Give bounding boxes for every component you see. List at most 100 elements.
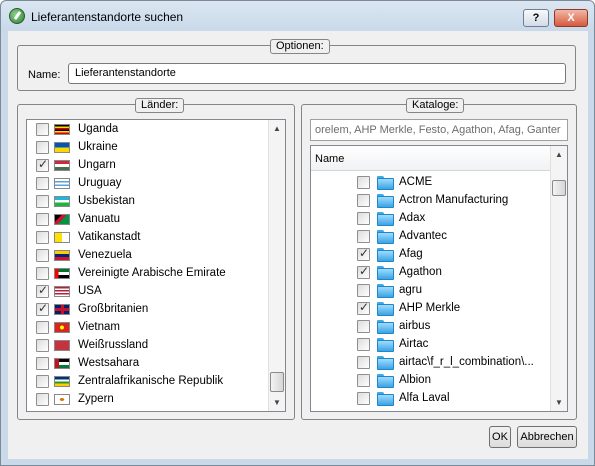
catalog-label: Adax xyxy=(399,212,426,224)
catalog-item[interactable]: agru xyxy=(311,281,551,299)
country-item[interactable]: Weißrussland xyxy=(27,336,267,354)
catalog-item[interactable]: Actron Manufacturing xyxy=(311,191,551,209)
catalog-checkbox[interactable] xyxy=(357,320,370,333)
catalog-checkbox[interactable] xyxy=(357,230,370,243)
dialog-window: Lieferantenstandorte suchen ? X Optionen… xyxy=(0,0,595,466)
catalogs-list[interactable]: Name ACME Actron Manufacturing Adax Advante… xyxy=(310,145,568,412)
country-item[interactable]: USA xyxy=(27,282,267,300)
country-item[interactable]: Ukraine xyxy=(27,138,267,156)
country-item[interactable]: Usbekistan xyxy=(27,192,267,210)
help-button[interactable]: ? xyxy=(523,9,549,27)
country-checkbox[interactable] xyxy=(36,157,49,172)
country-checkbox[interactable] xyxy=(36,357,49,370)
country-item[interactable]: Venezuela xyxy=(27,246,267,264)
country-checkbox[interactable] xyxy=(36,339,49,352)
catalog-checkbox[interactable] xyxy=(357,356,370,369)
country-item[interactable]: Westsahara xyxy=(27,354,267,372)
flag-icon xyxy=(54,250,70,261)
country-label: Ukraine xyxy=(78,141,118,153)
catalog-filter-field[interactable]: orelem, AHP Merkle, Festo, Agathon, Afag… xyxy=(310,119,568,141)
country-item[interactable]: Uruguay xyxy=(27,174,267,192)
country-checkbox[interactable] xyxy=(36,301,49,316)
country-item[interactable]: Vanuatu xyxy=(27,210,267,228)
catalog-item[interactable]: airtac\f_r_l_combination\... xyxy=(311,353,551,371)
folder-icon xyxy=(377,302,394,316)
folder-icon xyxy=(377,176,394,190)
catalog-checkbox[interactable] xyxy=(357,264,370,279)
catalog-checkbox[interactable] xyxy=(357,212,370,225)
catalog-checkbox[interactable] xyxy=(357,284,370,297)
catalog-label: ACME xyxy=(399,176,433,188)
app-icon xyxy=(9,8,25,24)
catalog-item[interactable]: Alfa Laval xyxy=(311,389,551,407)
country-checkbox[interactable] xyxy=(36,213,49,226)
catalog-checkbox[interactable] xyxy=(357,194,370,207)
catalog-item[interactable]: airbus xyxy=(311,317,551,335)
catalog-label: Airtac xyxy=(399,338,429,350)
column-header-label: Name xyxy=(315,153,345,165)
flag-icon xyxy=(54,196,70,207)
country-item[interactable]: Vereinigte Arabische Emirate xyxy=(27,264,267,282)
column-header-name[interactable]: Name xyxy=(311,146,552,171)
countries-list[interactable]: Uganda Ukraine Ungarn Uruguay Usbekistan Vanu… xyxy=(26,119,286,412)
catalog-item[interactable]: Afag xyxy=(311,245,551,263)
flag-icon xyxy=(54,178,70,189)
close-button[interactable]: X xyxy=(554,9,588,27)
catalog-item[interactable]: Airtac xyxy=(311,335,551,353)
catalogs-legend: Kataloge: xyxy=(406,98,465,113)
country-checkbox[interactable] xyxy=(36,141,49,154)
catalog-checkbox[interactable] xyxy=(357,300,370,315)
cancel-button[interactable]: Abbrechen xyxy=(517,426,577,448)
country-checkbox[interactable] xyxy=(36,393,49,406)
folder-icon xyxy=(377,374,394,388)
scroll-down-arrow-icon[interactable]: ▼ xyxy=(551,394,567,411)
country-item[interactable]: Großbritanien xyxy=(27,300,267,318)
country-item[interactable]: Zypern xyxy=(27,390,267,408)
scroll-up-arrow-icon[interactable]: ▲ xyxy=(551,146,567,163)
folder-icon xyxy=(377,230,394,244)
catalog-item[interactable]: Agathon xyxy=(311,263,551,281)
country-checkbox[interactable] xyxy=(36,231,49,244)
name-input[interactable]: Lieferantenstandorte xyxy=(68,63,566,84)
scroll-down-arrow-icon[interactable]: ▼ xyxy=(269,394,285,411)
country-checkbox[interactable] xyxy=(36,283,49,298)
flag-icon xyxy=(54,304,70,315)
options-legend: Optionen: xyxy=(270,39,330,54)
countries-scrollbar[interactable]: ▲ ▼ xyxy=(268,120,285,411)
scroll-up-arrow-icon[interactable]: ▲ xyxy=(269,120,285,137)
country-label: Vereinigte Arabische Emirate xyxy=(78,267,226,279)
catalog-checkbox[interactable] xyxy=(357,338,370,351)
scroll-thumb[interactable] xyxy=(270,372,284,392)
country-checkbox[interactable] xyxy=(36,321,49,334)
catalog-item[interactable]: ACME xyxy=(311,173,551,191)
catalog-item[interactable]: Advantec xyxy=(311,227,551,245)
catalog-item[interactable]: Adax xyxy=(311,209,551,227)
country-item[interactable]: Uganda xyxy=(27,120,267,138)
options-group: Optionen: Name: Lieferantenstandorte xyxy=(17,39,576,91)
country-checkbox[interactable] xyxy=(36,195,49,208)
catalogs-scrollbar[interactable]: ▲ ▼ xyxy=(550,146,567,411)
country-label: Zypern xyxy=(78,393,114,405)
country-item[interactable]: Ungarn xyxy=(27,156,267,174)
country-checkbox[interactable] xyxy=(36,123,49,136)
ok-button[interactable]: OK xyxy=(489,426,511,448)
catalog-checkbox[interactable] xyxy=(357,392,370,405)
country-checkbox[interactable] xyxy=(36,267,49,280)
catalog-checkbox[interactable] xyxy=(357,374,370,387)
dialog-client-area: Optionen: Name: Lieferantenstandorte Län… xyxy=(8,31,588,459)
country-item[interactable]: Vatikanstadt xyxy=(27,228,267,246)
flag-icon xyxy=(54,124,70,135)
country-checkbox[interactable] xyxy=(36,375,49,388)
catalog-item[interactable]: AHP Merkle xyxy=(311,299,551,317)
country-item[interactable]: Zentralafrikanische Republik xyxy=(27,372,267,390)
scroll-thumb[interactable] xyxy=(552,180,566,196)
catalog-checkbox[interactable] xyxy=(357,176,370,189)
catalog-checkbox[interactable] xyxy=(357,246,370,261)
country-checkbox[interactable] xyxy=(36,177,49,190)
country-label: Venezuela xyxy=(78,249,132,261)
country-label: USA xyxy=(78,285,102,297)
country-item[interactable]: Vietnam xyxy=(27,318,267,336)
flag-icon xyxy=(54,340,70,351)
catalog-item[interactable]: Albion xyxy=(311,371,551,389)
country-checkbox[interactable] xyxy=(36,249,49,262)
